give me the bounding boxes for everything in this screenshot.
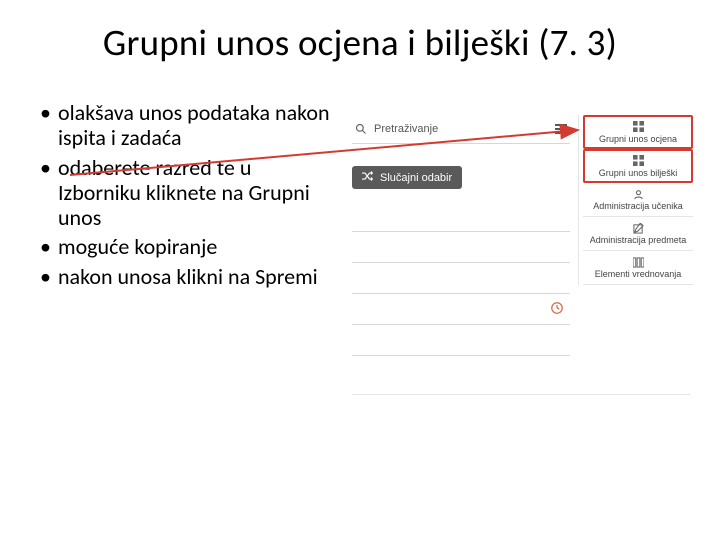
grid-icon bbox=[632, 155, 644, 167]
list-row bbox=[352, 232, 570, 263]
hamburger-icon[interactable] bbox=[552, 123, 570, 135]
slide-title: Grupni unos ocjena i bilješki (7. 3) bbox=[0, 20, 720, 65]
search-icon bbox=[354, 123, 368, 135]
random-select-label: Slučajni odabir bbox=[380, 172, 452, 184]
bullet-item: moguće kopiranje bbox=[40, 234, 330, 259]
menu-item-grupni-unos-biljeski[interactable]: Grupni unos bilješki bbox=[583, 149, 693, 183]
shuffle-icon bbox=[362, 171, 374, 184]
bullet-item: nakon unosa klikni na Spremi bbox=[40, 264, 330, 289]
random-select-button[interactable]: Slučajni odabir bbox=[352, 166, 462, 189]
menu-item-label: Elementi vrednovanja bbox=[595, 269, 682, 279]
bullet-item: odaberete razred te u Izborniku kliknete… bbox=[40, 155, 330, 231]
menu-item-label: Grupni unos bilješki bbox=[599, 168, 678, 178]
list-row bbox=[352, 201, 570, 232]
grid-icon bbox=[632, 121, 644, 133]
list-row bbox=[352, 294, 570, 325]
menu-item-label: Grupni unos ocjena bbox=[599, 134, 677, 144]
search-row[interactable]: Pretraživanje bbox=[352, 115, 570, 144]
menu-item-label: Administracija učenika bbox=[593, 201, 683, 211]
menu-item-elementi-vrednovanja[interactable]: Elementi vrednovanja bbox=[583, 251, 693, 285]
ui-right-menu: Grupni unos ocjena Grupni unos bilješki … bbox=[578, 115, 693, 285]
ui-mock: Pretraživanje bbox=[352, 115, 690, 395]
person-icon bbox=[632, 188, 644, 200]
ui-left-column: Pretraživanje bbox=[352, 115, 570, 356]
columns-icon bbox=[632, 256, 644, 268]
menu-item-grupni-unos-ocjena[interactable]: Grupni unos ocjena bbox=[583, 115, 693, 149]
ui-bottom-border bbox=[352, 394, 690, 395]
bullet-item: olakšava unos podataka nakon ispita i za… bbox=[40, 100, 330, 151]
bullet-list: olakšava unos podataka nakon ispita i za… bbox=[40, 100, 330, 293]
slide: Grupni unos ocjena i bilješki (7. 3) ola… bbox=[0, 0, 720, 540]
menu-item-label: Administracija predmeta bbox=[590, 235, 687, 245]
clock-icon bbox=[550, 301, 564, 315]
menu-item-administracija-predmeta[interactable]: Administracija predmeta bbox=[583, 217, 693, 251]
search-label: Pretraživanje bbox=[374, 123, 546, 135]
edit-icon bbox=[632, 222, 644, 234]
list-row bbox=[352, 263, 570, 294]
menu-item-administracija-ucenika[interactable]: Administracija učenika bbox=[583, 183, 693, 217]
list-row bbox=[352, 325, 570, 356]
